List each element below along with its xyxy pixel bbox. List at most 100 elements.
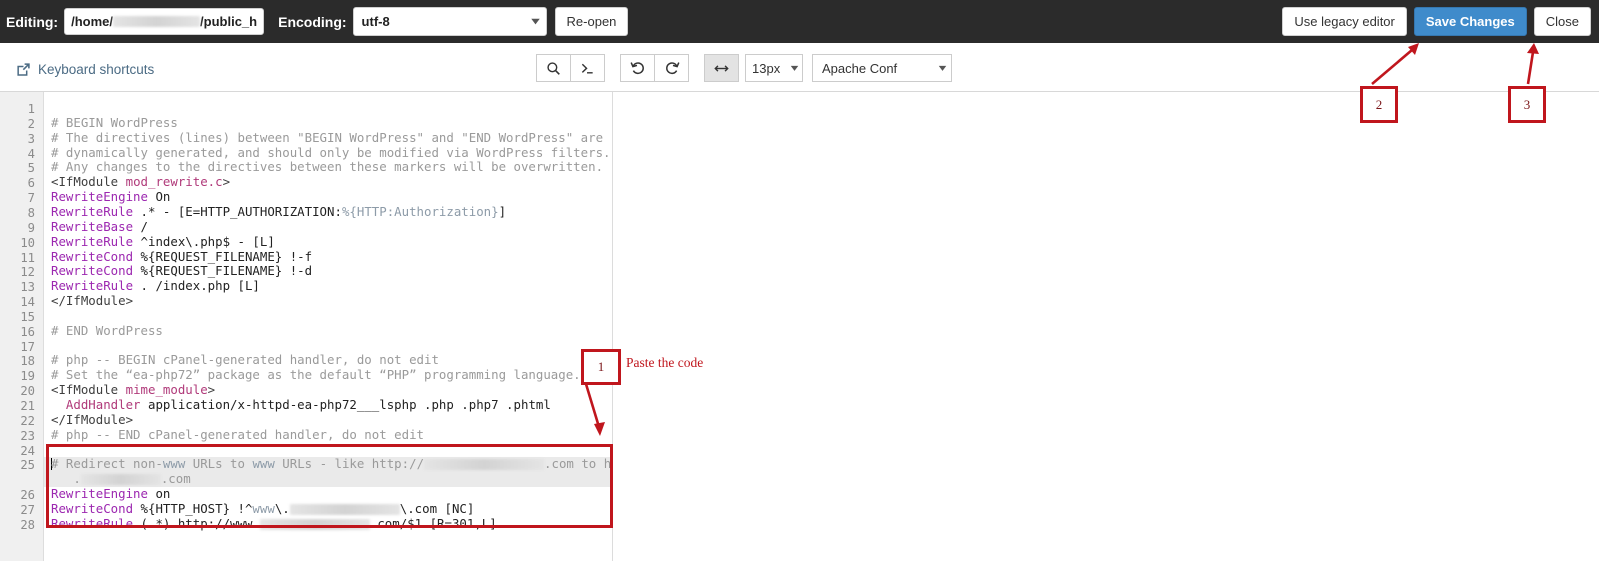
code-token: . — [51, 471, 81, 487]
chevron-down-icon: ▾ — [938, 62, 947, 74]
code-line: AddHandler application/x-httpd-ea-php72_… — [51, 397, 551, 413]
code-token: RewriteEngine — [51, 189, 148, 205]
redo-icon — [665, 62, 679, 75]
line-number: 5 — [27, 161, 35, 176]
code-token: # dynamically generated, and should only… — [51, 144, 611, 160]
line-number: 4 — [27, 146, 35, 161]
editor-top-bar: Editing: /home/ /public_h Encoding: utf-… — [0, 0, 1599, 43]
line-number: 8 — [27, 205, 35, 220]
line-number: 16 — [20, 324, 35, 339]
code-token: # END WordPress — [51, 322, 163, 338]
code-line: RewriteEngine On — [51, 189, 171, 205]
code-token: > — [222, 174, 231, 190]
command-prompt-button[interactable] — [570, 54, 605, 82]
line-number: 27 — [20, 502, 35, 517]
line-number: 9 — [27, 220, 35, 235]
code-line: # Set the “ea-php72” package as the defa… — [51, 367, 581, 383]
code-token: RewriteCond — [51, 248, 134, 264]
code-line: RewriteCond %{REQUEST_FILENAME} !-d — [51, 263, 312, 279]
keyboard-shortcuts-link[interactable]: Keyboard shortcuts — [16, 62, 154, 77]
code-line: # END WordPress — [51, 322, 163, 339]
line-number: 23 — [20, 428, 35, 443]
file-path-field[interactable]: /home/ /public_h — [64, 8, 265, 35]
redo-button[interactable] — [654, 54, 689, 82]
code-line: </IfModule> — [51, 411, 134, 428]
line-number: 2 — [27, 116, 35, 131]
language-mode-value: Apache Conf — [822, 60, 898, 76]
code-token: AddHandler — [51, 397, 141, 412]
code-token: RewriteCond — [51, 263, 134, 279]
line-number: 10 — [20, 235, 35, 250]
language-mode-select[interactable]: Apache Conf ▾ — [812, 54, 952, 82]
keyboard-shortcuts-label: Keyboard shortcuts — [38, 62, 155, 77]
line-number: 24 — [20, 443, 35, 458]
font-size-value: 13px — [752, 60, 781, 76]
line-number: 19 — [20, 369, 35, 384]
code-token: RewriteRule — [51, 233, 134, 249]
code-token: mime_module — [125, 382, 208, 398]
redacted-username — [113, 16, 201, 27]
code-content[interactable]: # BEGIN WordPress # The directives (lines… — [45, 92, 612, 561]
code-token: ] — [498, 203, 507, 219]
code-token: mod_rewrite.c — [125, 174, 223, 190]
undo-button[interactable] — [620, 54, 655, 82]
code-token: %{HTTP:Authorization} — [341, 203, 499, 219]
external-link-icon — [17, 63, 30, 76]
find-tool-group — [536, 54, 605, 82]
file-path-suffix: /public_h — [200, 14, 258, 29]
close-button[interactable]: Close — [1533, 7, 1591, 36]
code-token: %{REQUEST_FILENAME} !-f — [133, 248, 313, 264]
code-token: URLs to — [185, 456, 253, 472]
code-token: .com — [160, 471, 191, 487]
code-token: application/x-httpd-ea-php72___lsphp .ph… — [140, 397, 551, 412]
code-token: / — [133, 218, 148, 234]
code-editor[interactable]: 1 2 3 4 5 6 7 8 9 10 11 12 13 14 15 16 17 18 19 20 21 22 23 24 2… — [0, 92, 613, 561]
word-wrap-button[interactable] — [704, 54, 739, 82]
code-token: # php -- END cPanel-generated handler, d… — [51, 426, 424, 442]
search-button[interactable] — [536, 54, 571, 82]
annotation-badge-3-number: 3 — [1523, 96, 1531, 112]
code-token: # The directives (lines) between "BEGIN … — [51, 129, 604, 145]
code-line: . .com — [51, 471, 191, 487]
code-token: URLs - like http:// — [274, 456, 425, 472]
encoding-label: Encoding: — [278, 13, 347, 30]
code-token: %{HTTP_HOST} !^ — [133, 500, 253, 516]
encoding-value: utf-8 — [361, 14, 390, 29]
encoding-select[interactable]: utf-8 ▾ — [352, 7, 547, 36]
editing-label: Editing: — [6, 13, 59, 30]
line-number: 12 — [20, 265, 35, 280]
code-token: </IfModule> — [51, 293, 134, 309]
code-token: RewriteRule — [51, 278, 134, 294]
reopen-button[interactable]: Re-open — [554, 7, 629, 36]
code-token: On — [147, 189, 171, 205]
file-path-prefix: /home/ — [71, 14, 114, 29]
line-number: 13 — [20, 280, 35, 295]
code-line: # php -- END cPanel-generated handler, d… — [51, 426, 424, 443]
annotation-badge-1-number: 1 — [597, 359, 605, 374]
annotation-badge-2-number: 2 — [1375, 96, 1383, 112]
code-token: </IfModule> — [51, 411, 134, 427]
code-token: # Any changes to the directives between … — [51, 159, 604, 175]
save-changes-button[interactable]: Save Changes — [1413, 7, 1527, 36]
code-line: # BEGIN WordPress — [51, 114, 178, 131]
font-size-select[interactable]: 13px ▾ — [745, 54, 803, 82]
code-token: RewriteEngine — [51, 486, 148, 502]
annotation-label-1: Paste the code — [626, 355, 704, 370]
code-token: RewriteCond — [51, 500, 134, 516]
redacted-domain — [289, 503, 400, 515]
use-legacy-editor-button[interactable]: Use legacy editor — [1282, 7, 1407, 36]
line-number: 17 — [20, 339, 35, 354]
code-line: RewriteEngine on — [51, 486, 170, 502]
code-token: RewriteBase — [51, 218, 134, 234]
code-token: # BEGIN WordPress — [51, 114, 178, 130]
code-line: RewriteRule . /index.php [L] — [51, 278, 260, 294]
history-tool-group — [620, 54, 689, 82]
line-number: 11 — [20, 250, 35, 265]
code-token: <IfModule — [51, 174, 126, 190]
line-number: 28 — [20, 517, 35, 532]
line-number: 20 — [20, 384, 35, 399]
code-token: .com to http://www — [544, 456, 612, 472]
code-line: RewriteRule (.*) http://www. .com/$1 [R=3… — [51, 516, 497, 532]
code-line: RewriteCond %{HTTP_HOST} !^www\. \.com [N… — [51, 500, 474, 517]
chevron-down-icon: ▾ — [531, 16, 539, 27]
